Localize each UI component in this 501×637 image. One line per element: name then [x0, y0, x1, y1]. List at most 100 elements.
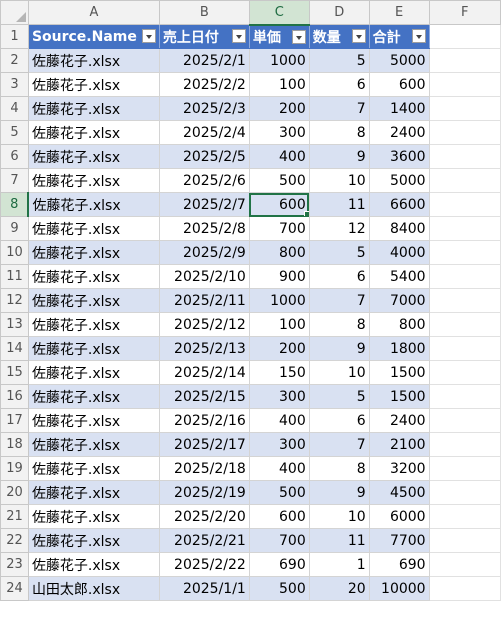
cell-source-name[interactable]: 佐藤花子.xlsx [27, 360, 160, 385]
cell-sales-date[interactable]: 2025/2/20 [158, 504, 250, 529]
cell-sales-date[interactable]: 2025/2/8 [158, 216, 250, 241]
cell-total[interactable]: 7700 [368, 528, 430, 553]
row-header[interactable]: 11 [0, 264, 29, 289]
cell-total[interactable]: 1800 [368, 336, 430, 361]
spreadsheet-grid[interactable]: A B C D E F 1 Source.Name 売上日付 単価 数量 合計 … [0, 0, 501, 637]
cell-source-name[interactable]: 佐藤花子.xlsx [27, 432, 160, 457]
cell-unit-price[interactable]: 600 [248, 504, 310, 529]
cell-quantity[interactable]: 9 [308, 480, 370, 505]
column-header-f[interactable]: F [428, 0, 501, 25]
cell-sales-date[interactable]: 2025/2/4 [158, 120, 250, 145]
cell-unit-price[interactable]: 200 [248, 336, 310, 361]
cell-quantity[interactable]: 1 [308, 552, 370, 577]
cell-unit-price[interactable]: 700 [248, 528, 310, 553]
cell-total[interactable]: 2400 [368, 408, 430, 433]
cell-total[interactable]: 690 [368, 552, 430, 577]
cell-quantity[interactable]: 11 [308, 528, 370, 553]
cell-sales-date[interactable]: 2025/2/6 [158, 168, 250, 193]
cell-total[interactable]: 3600 [368, 144, 430, 169]
cell[interactable] [428, 288, 501, 313]
cell-total[interactable]: 5400 [368, 264, 430, 289]
row-header[interactable]: 24 [0, 576, 29, 601]
row-header[interactable]: 6 [0, 144, 29, 169]
cell-unit-price[interactable]: 400 [248, 408, 310, 433]
row-header[interactable]: 23 [0, 552, 29, 577]
cell-quantity[interactable]: 5 [308, 48, 370, 73]
cell-source-name[interactable]: 佐藤花子.xlsx [27, 72, 160, 97]
cell-unit-price[interactable]: 150 [248, 360, 310, 385]
table-header-total[interactable]: 合計 [368, 24, 430, 49]
cell-source-name[interactable]: 佐藤花子.xlsx [27, 384, 160, 409]
cell[interactable] [428, 192, 501, 217]
row-header[interactable]: 21 [0, 504, 29, 529]
cell-total[interactable]: 4000 [368, 240, 430, 265]
cell-unit-price[interactable]: 400 [248, 144, 310, 169]
cell-sales-date[interactable]: 2025/2/18 [158, 456, 250, 481]
cell-sales-date[interactable]: 2025/2/11 [158, 288, 250, 313]
column-header-e[interactable]: E [368, 0, 430, 25]
cell-unit-price[interactable]: 400 [248, 456, 310, 481]
cell-sales-date[interactable]: 2025/2/16 [158, 408, 250, 433]
cell[interactable] [428, 456, 501, 481]
cell-unit-price[interactable]: 200 [248, 96, 310, 121]
cell-quantity[interactable]: 9 [308, 336, 370, 361]
cell-source-name[interactable]: 佐藤花子.xlsx [27, 264, 160, 289]
cell-quantity[interactable]: 10 [308, 504, 370, 529]
cell[interactable] [428, 576, 501, 601]
cell-unit-price[interactable]: 800 [248, 240, 310, 265]
cell-source-name[interactable]: 佐藤花子.xlsx [27, 96, 160, 121]
row-header[interactable]: 18 [0, 432, 29, 457]
cell-quantity[interactable]: 12 [308, 216, 370, 241]
cell-total[interactable]: 2400 [368, 120, 430, 145]
row-header[interactable]: 10 [0, 240, 29, 265]
cell-unit-price[interactable]: 900 [248, 264, 310, 289]
cell-sales-date[interactable]: 2025/2/3 [158, 96, 250, 121]
filter-dropdown-icon[interactable] [291, 29, 306, 44]
cell[interactable] [428, 552, 501, 577]
row-header[interactable]: 8 [0, 192, 30, 217]
filter-dropdown-icon[interactable] [141, 29, 156, 43]
cell[interactable] [428, 24, 501, 49]
cell-unit-price[interactable]: 500 [248, 480, 310, 505]
cell-source-name[interactable]: 佐藤花子.xlsx [27, 504, 160, 529]
row-header[interactable]: 12 [0, 288, 29, 313]
cell-sales-date[interactable]: 2025/2/22 [158, 552, 250, 577]
cell-unit-price[interactable]: 300 [248, 120, 310, 145]
cell-total[interactable]: 8400 [368, 216, 430, 241]
cell-source-name[interactable]: 佐藤花子.xlsx [27, 552, 160, 577]
cell[interactable] [428, 120, 501, 145]
cell-quantity[interactable]: 7 [308, 432, 370, 457]
cell-source-name[interactable]: 佐藤花子.xlsx [27, 168, 160, 193]
cell-sales-date[interactable]: 2025/2/12 [158, 312, 250, 337]
select-all-corner[interactable] [0, 0, 29, 25]
cell[interactable] [428, 480, 501, 505]
filter-dropdown-icon[interactable] [351, 29, 366, 43]
filter-dropdown-icon[interactable] [231, 29, 246, 43]
row-header[interactable]: 5 [0, 120, 29, 145]
cell[interactable] [428, 144, 501, 169]
cell[interactable] [428, 72, 501, 97]
cell[interactable] [428, 48, 501, 73]
cell-quantity[interactable]: 11 [308, 192, 370, 217]
cell-total[interactable]: 5000 [368, 48, 430, 73]
cell[interactable] [428, 264, 501, 289]
cell-sales-date[interactable]: 2025/2/10 [158, 264, 250, 289]
cell-source-name[interactable]: 佐藤花子.xlsx [27, 240, 160, 265]
table-header-quantity[interactable]: 数量 [308, 24, 370, 49]
row-header[interactable]: 4 [0, 96, 29, 121]
cell-unit-price[interactable]: 500 [248, 168, 310, 193]
cell-source-name[interactable]: 佐藤花子.xlsx [27, 288, 160, 313]
cell-sales-date[interactable]: 2025/2/13 [158, 336, 250, 361]
cell-source-name[interactable]: 佐藤花子.xlsx [27, 120, 160, 145]
cell-quantity[interactable]: 20 [308, 576, 370, 601]
cell-unit-price[interactable]: 690 [248, 552, 310, 577]
cell-quantity[interactable]: 7 [308, 288, 370, 313]
filter-dropdown-icon[interactable] [411, 29, 426, 43]
row-header[interactable]: 3 [0, 72, 29, 97]
table-header-unit-price[interactable]: 単価 [248, 24, 310, 49]
cell-source-name[interactable]: 佐藤花子.xlsx [27, 48, 160, 73]
row-header[interactable]: 19 [0, 456, 29, 481]
row-header[interactable]: 13 [0, 312, 29, 337]
cell-source-name[interactable]: 佐藤花子.xlsx [27, 312, 160, 337]
cell[interactable] [428, 528, 501, 553]
